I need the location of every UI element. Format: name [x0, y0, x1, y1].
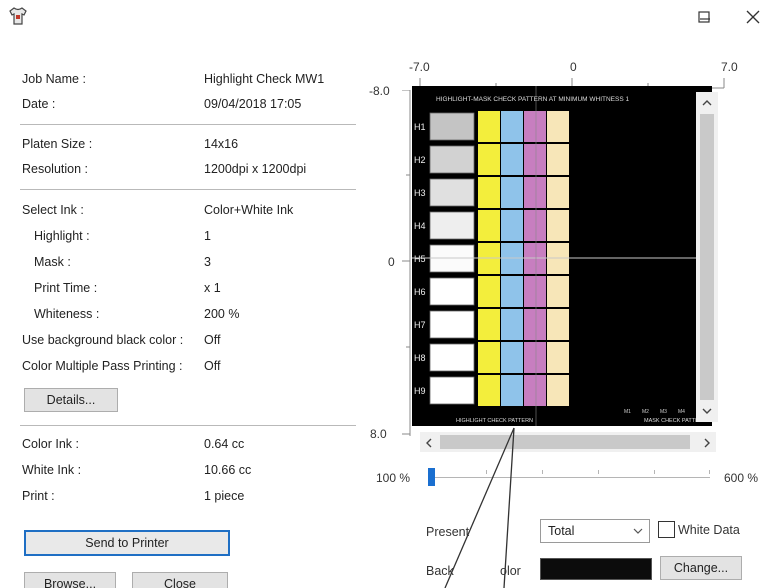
white-ink-label: White Ink : [22, 463, 82, 477]
resolution-label: Resolution : [22, 162, 89, 176]
date-row: Date : 09/04/2018 17:05 [22, 94, 360, 114]
mask-row: Mask : 3 [22, 252, 360, 272]
white-ink-value: 10.66 cc [204, 463, 252, 477]
white-ink-row: White Ink : 10.66 cc [22, 460, 360, 480]
divider [20, 189, 356, 190]
date-value: 09/04/2018 17:05 [204, 97, 302, 111]
print-time-row: Print Time : x 1 [22, 278, 360, 298]
color-ink-row: Color Ink : 0.64 cc [22, 434, 360, 454]
print-value: 1 piece [204, 489, 245, 503]
details-button[interactable]: Details... [24, 388, 118, 412]
job-name-value: Highlight Check MW1 [204, 72, 325, 86]
title-bar [0, 0, 777, 34]
divider [20, 425, 356, 426]
close-icon[interactable] [732, 4, 774, 30]
platen-size-label: Platen Size : [22, 137, 93, 151]
color-ink-label: Color Ink : [22, 437, 79, 451]
mask-label: Mask : [34, 255, 71, 269]
bg-black-row: Use background black color : Off [22, 330, 360, 350]
whiteness-row: Whiteness : 200 % [22, 304, 360, 324]
job-name-row: Job Name : Highlight Check MW1 [22, 69, 360, 89]
preview-panel: -7.0 0 7.0 -8.0 0 8.0 HIGHLIGHT-MASK CHE… [366, 36, 777, 588]
bg-black-label: Use background black color : [22, 333, 184, 347]
highlight-value: 1 [204, 229, 211, 243]
select-ink-value: Color+White Ink [204, 203, 294, 217]
multipass-value: Off [204, 359, 221, 373]
close-button[interactable]: Close [132, 572, 228, 588]
bg-black-value: Off [204, 333, 221, 347]
multipass-row: Color Multiple Pass Printing : Off [22, 356, 360, 376]
whiteness-value: 200 % [204, 307, 240, 321]
browse-button[interactable]: Browse... [24, 572, 116, 588]
divider [20, 124, 356, 125]
color-ink-value: 0.64 cc [204, 437, 245, 451]
mask-value: 3 [204, 255, 211, 269]
job-info-panel: Job Name : Highlight Check MW1 Date : 09… [10, 36, 360, 588]
date-label: Date : [22, 97, 56, 111]
t-shirt-icon [8, 6, 28, 26]
multipass-label: Color Multiple Pass Printing : [22, 359, 183, 373]
print-time-label: Print Time : [34, 281, 98, 295]
whiteness-label: Whiteness : [34, 307, 100, 321]
select-ink-row: Select Ink : Color+White Ink [22, 200, 360, 220]
callout-lines [444, 427, 515, 588]
print-row: Print : 1 piece [22, 486, 360, 506]
platen-size-value: 14x16 [204, 137, 239, 151]
select-ink-label: Select Ink : [22, 203, 84, 217]
resolution-value: 1200dpi x 1200dpi [204, 162, 307, 176]
job-name-label: Job Name : [22, 72, 86, 86]
highlight-row: Highlight : 1 [22, 226, 360, 246]
highlight-label: Highlight : [34, 229, 90, 243]
print-label: Print : [22, 489, 55, 503]
resolution-row: Resolution : 1200dpi x 1200dpi [22, 159, 360, 179]
send-to-printer-button[interactable]: Send to Printer [24, 530, 230, 556]
print-time-value: x 1 [204, 281, 221, 295]
platen-row: Platen Size : 14x16 [22, 134, 360, 154]
maximize-icon[interactable] [683, 4, 725, 30]
